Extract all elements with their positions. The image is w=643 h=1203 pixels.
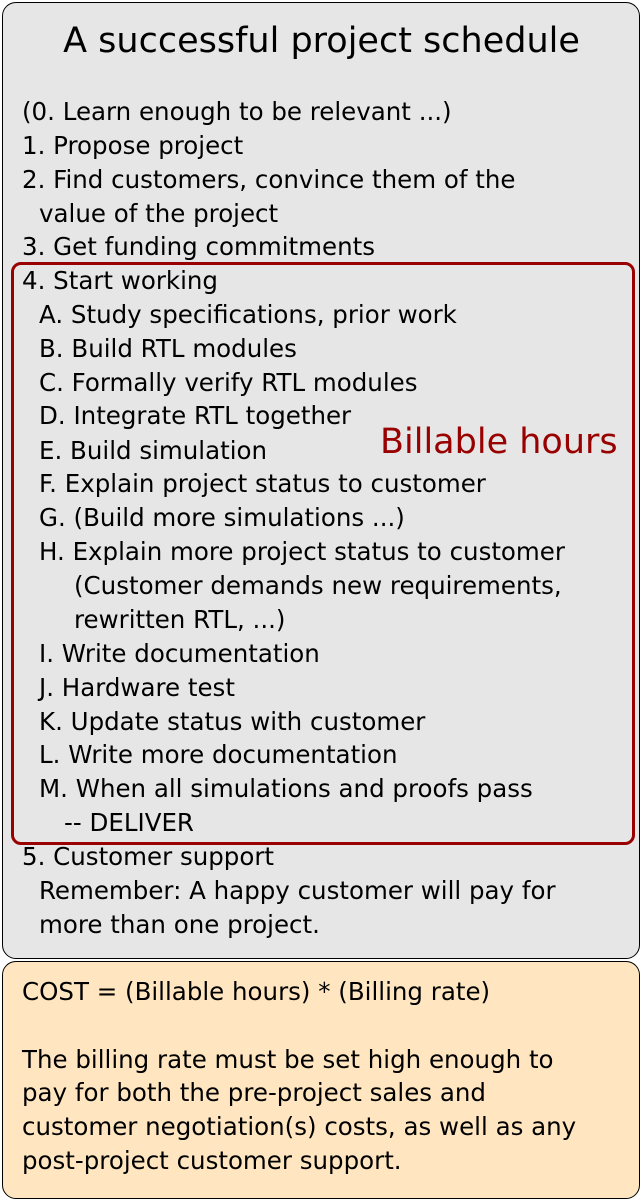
substep-h-continued-1: (Customer demands new requirements, (74, 571, 562, 600)
step-2-continued: value of the project (39, 199, 279, 228)
substep-a: A. Study specifications, prior work (39, 300, 457, 329)
substep-c: C. Formally verify RTL modules (39, 368, 418, 397)
billable-hours-label: Billable hours (380, 421, 620, 463)
step-4: 4. Start working (22, 266, 218, 295)
step-5-reminder-1: Remember: A happy customer will pay for (39, 876, 556, 905)
step-5: 5. Customer support (22, 842, 275, 871)
substep-l: L. Write more documentation (39, 740, 398, 769)
cost-note-line-4: post-project customer support. (22, 1146, 402, 1175)
step-5-reminder-2: more than one project. (39, 910, 320, 939)
substep-f: F. Explain project status to customer (39, 469, 486, 498)
cost-note-line-1: The billing rate must be set high enough… (22, 1045, 554, 1074)
substep-h-continued-2: rewritten RTL, ...) (74, 605, 286, 634)
substep-e: E. Build simulation (39, 436, 268, 465)
step-0: (0. Learn enough to be relevant ...) (22, 97, 452, 126)
substep-m: M. When all simulations and proofs pass (39, 774, 533, 803)
substep-d: D. Integrate RTL together (39, 401, 352, 430)
step-2: 2. Find customers, convince them of the (22, 165, 516, 194)
step-1: 1. Propose project (22, 131, 244, 160)
step-3: 3. Get funding commitments (22, 232, 375, 261)
cost-note-line-3: customer negotiation(s) costs, as well a… (22, 1112, 577, 1141)
cost-note-line-2: pay for both the pre-project sales and (22, 1078, 486, 1107)
substep-j: J. Hardware test (39, 673, 235, 702)
substep-m-continued: -- DELIVER (64, 808, 194, 837)
substep-b: B. Build RTL modules (39, 334, 297, 363)
cost-formula: COST = (Billable hours) * (Billing rate) (22, 977, 491, 1006)
diagram-title: A successful project schedule (63, 21, 580, 61)
substep-g: G. (Build more simulations ...) (39, 503, 405, 532)
substep-i: I. Write documentation (39, 639, 320, 668)
substep-k: K. Update status with customer (39, 707, 426, 736)
substep-h: H. Explain more project status to custom… (39, 537, 565, 566)
